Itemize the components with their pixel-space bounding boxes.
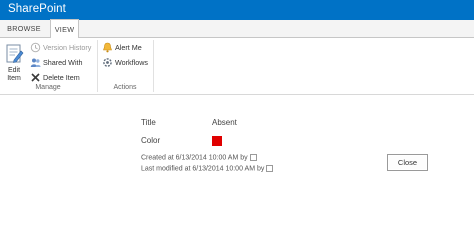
- shared-with-icon: [30, 58, 41, 67]
- modified-by-user-image: [266, 165, 274, 172]
- delete-item-label: Delete Item: [43, 73, 80, 82]
- modified-text: Last modified at 6/13/2014 10:00 AM by: [141, 165, 265, 173]
- created-text: Created at 6/13/2014 10:00 AM by: [141, 154, 248, 162]
- edit-item-label-line1: Edit: [7, 67, 21, 74]
- edit-item-label: Edit Item: [3, 67, 25, 83]
- title-value: Absent: [212, 118, 237, 127]
- close-button[interactable]: Close: [387, 154, 428, 171]
- version-history-icon: [30, 42, 41, 53]
- group-divider: [153, 40, 154, 92]
- tab-browse[interactable]: BROWSE: [2, 20, 46, 37]
- edit-item-button[interactable]: Edit Item: [3, 43, 25, 83]
- color-swatch: [212, 136, 222, 146]
- suite-bar: SharePoint: [0, 0, 474, 20]
- color-label: Color: [141, 136, 161, 145]
- created-by-user-image: [249, 154, 257, 161]
- modified-info: Last modified at 6/13/2014 10:00 AM by: [141, 165, 274, 173]
- created-info: Created at 6/13/2014 10:00 AM by: [141, 154, 257, 161]
- tab-view[interactable]: VIEW: [50, 19, 79, 38]
- ribbon: Edit Item Version History Shared With De…: [0, 38, 474, 95]
- alert-me-label: Alert Me: [115, 43, 142, 52]
- app-title[interactable]: SharePoint: [8, 3, 66, 15]
- bell-icon: [103, 42, 112, 53]
- edit-item-label-line2: Item: [7, 75, 21, 82]
- workflows-label: Workflows: [115, 58, 149, 67]
- actions-group-label: Actions: [113, 84, 137, 91]
- version-history-label: Version History: [43, 43, 92, 52]
- edit-item-icon: [6, 44, 24, 63]
- workflows-icon: [103, 58, 112, 67]
- manage-group-label: Manage: [35, 84, 61, 91]
- shared-with-label: Shared With: [43, 58, 83, 67]
- ribbon-tab-row: BROWSE VIEW: [0, 19, 474, 38]
- title-label: Title: [141, 118, 156, 127]
- delete-icon: [31, 73, 40, 82]
